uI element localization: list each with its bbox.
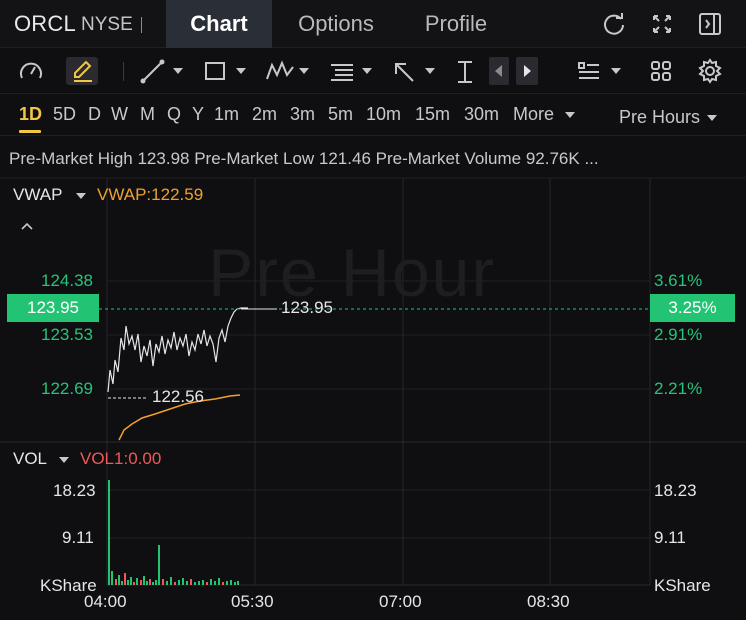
volume-bar	[190, 579, 192, 585]
volume-bar	[237, 581, 239, 585]
volume-bar	[170, 577, 172, 585]
pct-axis-label: 2.21%	[654, 379, 703, 398]
vwap-value: VWAP:122.59	[97, 185, 204, 204]
indicator-name[interactable]: VWAP	[13, 185, 62, 205]
volume-bar	[121, 581, 123, 585]
volume-bar	[214, 581, 216, 585]
volume-bar	[198, 581, 200, 585]
volume-bar	[226, 581, 228, 585]
volume-bar	[143, 576, 145, 585]
volume-axis-label: 18.23	[53, 481, 96, 500]
time-axis-label: 05:30	[231, 592, 274, 611]
volume-bar	[140, 580, 142, 585]
volume-axis-label: 9.11	[62, 528, 94, 547]
volume-bar	[149, 579, 151, 585]
volume-bar	[155, 580, 157, 585]
volume-bar	[158, 545, 160, 585]
volume-bar	[234, 582, 236, 585]
pct-axis-label: 2.91%	[654, 325, 703, 344]
volume-bar	[111, 571, 113, 585]
low-price-label: 122.56	[152, 387, 204, 406]
price-axis-label: 123.53	[41, 325, 93, 344]
pct-axis-label: 3.61%	[654, 271, 703, 290]
volume-bar	[178, 580, 180, 585]
time-axis-label: 07:00	[379, 592, 422, 611]
volume-indicator-name[interactable]: VOL	[13, 449, 47, 469]
volume-bar	[206, 582, 208, 585]
time-axis-label: 04:00	[84, 592, 127, 611]
high-price-label: 123.95	[281, 298, 333, 317]
volume-value: VOL1:0.00	[80, 449, 162, 468]
volume-bar	[218, 578, 220, 585]
volume-bar	[127, 580, 129, 585]
current-price-tag: 123.95	[7, 294, 99, 322]
volume-bar	[162, 579, 164, 585]
volume-bar	[115, 579, 117, 585]
volume-unit-label: KShare	[654, 576, 711, 595]
chevron-down-icon[interactable]	[76, 193, 86, 199]
volume-bar	[124, 573, 126, 585]
volume-bar	[222, 582, 224, 585]
session-watermark: Pre Hour	[208, 235, 497, 311]
volume-axis-label: 18.23	[654, 481, 697, 500]
current-pct-tag: 3.25%	[650, 294, 735, 322]
volume-bar	[194, 582, 196, 585]
volume-bar	[136, 578, 138, 585]
price-axis-label: 124.38	[41, 271, 93, 290]
price-line	[107, 307, 248, 393]
volume-bar	[133, 582, 135, 585]
volume-bar	[174, 582, 176, 585]
volume-bars	[108, 480, 239, 585]
chevron-down-icon[interactable]	[59, 457, 69, 463]
volume-bar	[182, 578, 184, 585]
chevron-up-icon[interactable]	[20, 218, 34, 236]
volume-bar	[146, 581, 148, 585]
volume-bar	[166, 581, 168, 585]
volume-axis-label: 9.11	[654, 528, 686, 547]
volume-bar	[202, 580, 204, 585]
volume-bar	[152, 582, 154, 585]
time-axis-label: 08:30	[527, 592, 570, 611]
volume-bar	[130, 577, 132, 585]
volume-bar	[108, 480, 110, 585]
volume-bar	[186, 581, 188, 585]
volume-bar	[210, 579, 212, 585]
volume-bar	[230, 580, 232, 585]
price-axis-label: 122.69	[41, 379, 93, 398]
volume-bar	[118, 575, 120, 585]
